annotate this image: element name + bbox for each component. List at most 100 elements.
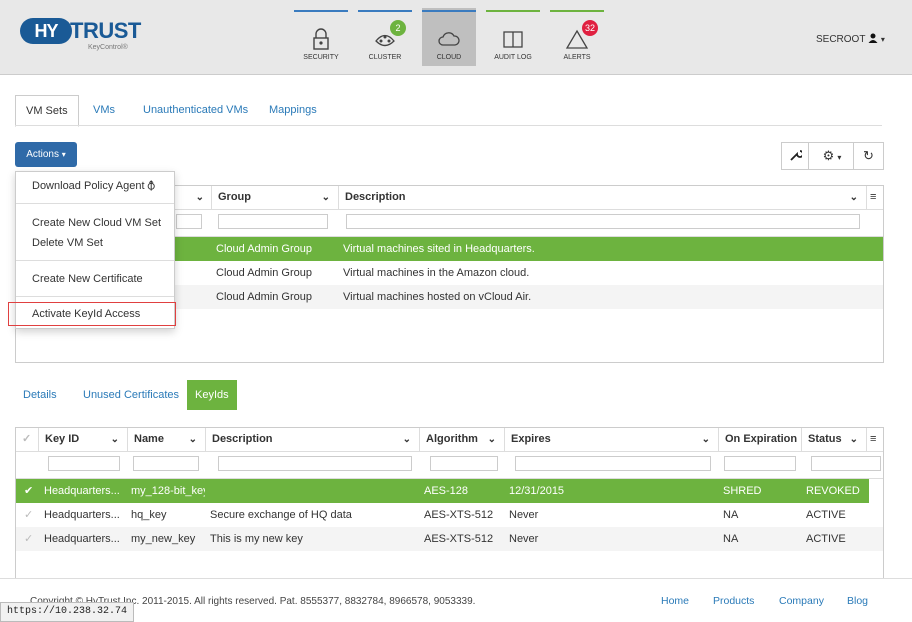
column-header-name[interactable]: Name ⌄ <box>127 428 205 451</box>
filter-row <box>16 452 883 479</box>
name-cell: hq_key <box>131 509 167 521</box>
menu-icon: ≡ <box>870 191 877 203</box>
column-title: Expires <box>511 433 551 445</box>
key-id-cell: Headquarters... <box>44 509 120 521</box>
expires-filter-input[interactable] <box>515 456 711 471</box>
group-cell: Cloud Admin Group <box>216 243 312 255</box>
footer-link-home[interactable]: Home <box>661 595 689 607</box>
description-filter-input[interactable] <box>218 456 412 471</box>
chevron-down-icon: ⌄ <box>321 192 330 203</box>
column-title: Key ID <box>45 433 80 445</box>
column-header-description[interactable]: Description ⌄ <box>338 186 866 209</box>
description-filter-input[interactable] <box>346 214 860 229</box>
column-header-status[interactable]: Status ⌄ <box>801 428 866 451</box>
row-checkbox[interactable]: ✔ <box>20 479 38 503</box>
table-row[interactable]: ✓ Headquarters... hq_key Secure exchange… <box>16 503 883 527</box>
actions-button[interactable]: Actions ▾ <box>15 142 77 167</box>
logo-mark: HY <box>20 18 72 44</box>
menu-item-create-new-cloud-vm-set[interactable]: Create New Cloud VM Set <box>16 214 174 232</box>
alerts-badge: 32 <box>582 20 598 36</box>
algorithm-filter-input[interactable] <box>430 456 498 471</box>
column-header-key-id[interactable]: Key ID ⌄ <box>38 428 127 451</box>
nav-cloud[interactable]: CLOUD <box>422 8 476 66</box>
algorithm-cell: AES-XTS-512 <box>424 509 494 521</box>
wrench-icon <box>790 150 804 161</box>
tab-unused-certificates[interactable]: Unused Certificates <box>75 380 187 410</box>
chevron-down-icon: ⌄ <box>849 434 858 445</box>
filter-input[interactable] <box>176 214 202 229</box>
column-menu-button[interactable]: ≡ <box>866 186 882 209</box>
status-filter-input[interactable] <box>811 456 881 471</box>
column-title: Status <box>808 433 842 445</box>
actions-label: Actions <box>26 149 59 160</box>
column-header-algorithm[interactable]: Algorithm ⌄ <box>419 428 504 451</box>
menu-item-activate-keyid-access[interactable]: Activate KeyId Access <box>8 302 176 326</box>
download-icon: ⦽ <box>147 180 155 192</box>
nav-alerts[interactable]: 32 ALERTS <box>550 8 604 66</box>
wrench-button[interactable] <box>781 142 811 170</box>
group-filter-input[interactable] <box>218 214 328 229</box>
lock-icon <box>313 28 329 50</box>
nav-cluster[interactable]: 2 CLUSTER <box>358 8 412 66</box>
table-row[interactable]: ✔ Headquarters... my_128-bit_key AES-128… <box>16 479 869 503</box>
nav-label: SECURITY <box>303 54 339 61</box>
check-icon: ✔ <box>24 485 34 497</box>
row-checkbox[interactable]: ✓ <box>20 503 38 527</box>
nav-label: CLUSTER <box>368 54 402 61</box>
tab-keyids[interactable]: KeyIds <box>187 380 237 410</box>
logo-text: TRUST <box>70 18 141 43</box>
top-bar: HY TRUST KeyControl® SECURITY 2 CLUSTER … <box>0 0 912 75</box>
group-cell: Cloud Admin Group <box>216 267 312 279</box>
chevron-down-icon: ⌄ <box>487 434 496 445</box>
footer-link-company[interactable]: Company <box>779 595 824 607</box>
column-header-group[interactable]: Group ⌄ <box>211 186 338 209</box>
settings-button[interactable]: ⚙ ▾ <box>808 142 856 170</box>
status-cell: REVOKED <box>806 485 860 497</box>
footer-link-blog[interactable]: Blog <box>847 595 868 607</box>
chevron-down-icon: ⌄ <box>195 192 204 203</box>
description-cell: This is my new key <box>210 533 303 545</box>
name-filter-input[interactable] <box>133 456 199 471</box>
name-cell: my_128-bit_key <box>131 485 205 497</box>
tab-details[interactable]: Details <box>15 380 65 410</box>
key-id-filter-input[interactable] <box>48 456 120 471</box>
column-title: Algorithm <box>426 433 478 445</box>
column-menu-button[interactable]: ≡ <box>866 428 882 451</box>
user-menu[interactable]: SECROOT ▾ <box>816 33 885 45</box>
on-expiration-filter-input[interactable] <box>724 456 796 471</box>
logo-subtitle: KeyControl® <box>88 44 128 51</box>
select-all-checkbox[interactable]: ✓ <box>16 428 38 451</box>
column-header-expires[interactable]: Expires ⌄ <box>504 428 718 451</box>
key-id-cell: Headquarters... <box>44 533 120 545</box>
nav-audit-log[interactable]: AUDIT LOG <box>486 8 540 66</box>
column-title: Group <box>218 191 251 203</box>
status-bar-url: https://10.238.32.74 <box>0 602 135 622</box>
check-icon: ✓ <box>24 533 34 545</box>
column-header-description[interactable]: Description ⌄ <box>205 428 419 451</box>
menu-item-delete-vm-set[interactable]: Delete VM Set <box>16 234 174 252</box>
group-cell: Cloud Admin Group <box>216 291 312 303</box>
tab-vm-sets[interactable]: VM Sets <box>15 95 79 127</box>
tab-vms[interactable]: VMs <box>83 95 125 125</box>
nav-security[interactable]: SECURITY <box>294 8 348 66</box>
nav-label: CLOUD <box>436 54 462 61</box>
hytrust-logo[interactable]: HY TRUST KeyControl® <box>20 18 141 56</box>
gear-icon: ⚙ <box>822 148 835 163</box>
tab-unauthenticated-vms[interactable]: Unauthenticated VMs <box>133 95 258 125</box>
column-header-hidden[interactable]: ⌄ <box>172 186 212 209</box>
menu-divider <box>16 260 174 261</box>
menu-divider <box>16 203 174 204</box>
caret-down-icon: ▾ <box>61 150 66 159</box>
footer-link-products[interactable]: Products <box>713 595 754 607</box>
tab-mappings[interactable]: Mappings <box>259 95 327 125</box>
menu-item-create-new-certificate[interactable]: Create New Certificate <box>16 270 174 288</box>
nav-label: AUDIT LOG <box>494 54 532 61</box>
name-cell: my_new_key <box>131 533 196 545</box>
table-row[interactable]: ✓ Headquarters... my_new_key This is my … <box>16 527 883 551</box>
column-header-on-expiration[interactable]: On Expiration <box>718 428 801 451</box>
description-cell: Virtual machines in the Amazon cloud. <box>343 267 530 279</box>
refresh-button[interactable]: ↻ <box>853 142 884 170</box>
row-checkbox[interactable]: ✓ <box>20 527 38 551</box>
description-cell <box>206 479 419 503</box>
menu-item-download-policy-agent[interactable]: Download Policy Agent ⦽ <box>16 177 174 195</box>
